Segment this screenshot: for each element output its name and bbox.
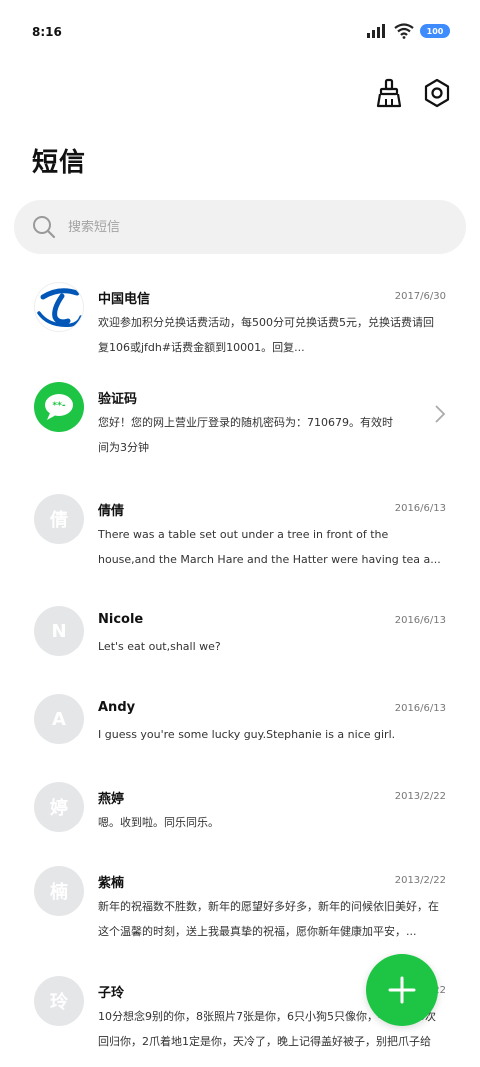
avatar: 楠 — [34, 866, 84, 916]
contact-name: 倩倩 — [98, 504, 125, 519]
contact-name: 子玲 — [98, 986, 125, 1001]
message-preview: 新年的祝福数不胜数，新年的愿望好多好多，新年的问候依旧美好，在这个温馨的时刻，送… — [98, 900, 439, 938]
conversation-item[interactable]: 婷 燕婷 2013/2/22 嗯。收到啦。同乐同乐。 — [0, 770, 480, 854]
contact-name: 中国电信 — [98, 292, 151, 307]
top-actions — [374, 78, 452, 108]
conversation-item[interactable]: 中国电信 2017/6/30 欢迎参加积分兑换话费活动，每500分可兑换话费5元… — [0, 270, 480, 370]
search-bar[interactable] — [14, 200, 466, 254]
battery-level: 100 — [426, 26, 444, 36]
message-preview: 嗯。收到啦。同乐同乐。 — [98, 816, 219, 829]
message-preview: 欢迎参加积分兑换话费活动，每500分可兑换话费5元，兑换话费请回复106或jfd… — [98, 316, 434, 354]
message-date: 2013/2/22 — [394, 791, 446, 802]
svg-text:**-: **- — [52, 401, 65, 411]
contact-name: 燕婷 — [98, 792, 125, 807]
page-title: 短信 — [32, 148, 87, 178]
china-telecom-logo — [37, 288, 83, 327]
conversation-item[interactable]: N Nicole 2016/6/13 Let's eat out,shall w… — [0, 594, 480, 682]
wifi-icon — [394, 23, 414, 39]
message-date: 2017/6/30 — [394, 291, 446, 302]
conversation-item[interactable]: 楠 紫楠 2013/2/22 新年的祝福数不胜数，新年的愿望好多好多，新年的问候… — [0, 854, 480, 964]
settings-button[interactable] — [422, 78, 452, 108]
message-date: 2016/6/13 — [394, 703, 446, 714]
chevron-right-icon — [435, 405, 446, 423]
message-date: 2016/6/13 — [394, 503, 446, 514]
avatar: 玲 — [34, 976, 84, 1026]
clean-button[interactable] — [374, 78, 404, 108]
search-icon — [33, 216, 56, 239]
verification-chat-icon: **- — [45, 394, 73, 420]
avatar — [34, 282, 84, 332]
message-list: 中国电信 2017/6/30 欢迎参加积分兑换话费活动，每500分可兑换话费5元… — [0, 270, 480, 1067]
avatar: **- — [34, 382, 84, 432]
message-preview: I guess you're some lucky guy.Stephanie … — [98, 728, 396, 741]
message-preview: 您好！您的网上营业厅登录的随机密码为：710679。有效时间为3分钟 — [98, 416, 393, 454]
contact-name: 验证码 — [98, 392, 138, 407]
signal-icon — [367, 24, 385, 38]
plus-icon — [388, 976, 416, 1004]
search-input[interactable] — [68, 219, 428, 235]
battery-indicator: 100 — [420, 24, 450, 38]
message-preview: Let's eat out,shall we? — [98, 640, 221, 653]
message-date: 2013/2/22 — [394, 875, 446, 886]
avatar: 倩 — [34, 494, 84, 544]
status-bar: 8:16 100 — [0, 0, 480, 64]
broom-icon — [376, 78, 402, 108]
conversation-item[interactable]: **- 验证码 您好！您的网上营业厅登录的随机密码为：710679。有效时间为3… — [0, 370, 480, 482]
hex-settings-icon — [424, 78, 450, 108]
message-date: 2016/6/13 — [394, 615, 446, 626]
status-icons: 100 — [366, 23, 450, 39]
contact-name: 紫楠 — [98, 876, 125, 891]
contact-name: Nicole — [98, 612, 144, 627]
avatar: 婷 — [34, 782, 84, 832]
message-preview: There was a table set out under a tree i… — [98, 528, 441, 566]
new-message-button[interactable] — [366, 954, 438, 1026]
status-time: 8:16 — [32, 25, 62, 39]
avatar: A — [34, 694, 84, 744]
conversation-item[interactable]: A Andy 2016/6/13 I guess you're some luc… — [0, 682, 480, 770]
avatar: N — [34, 606, 84, 656]
conversation-item[interactable]: 倩 倩倩 2016/6/13 There was a table set out… — [0, 482, 480, 594]
contact-name: Andy — [98, 700, 136, 715]
